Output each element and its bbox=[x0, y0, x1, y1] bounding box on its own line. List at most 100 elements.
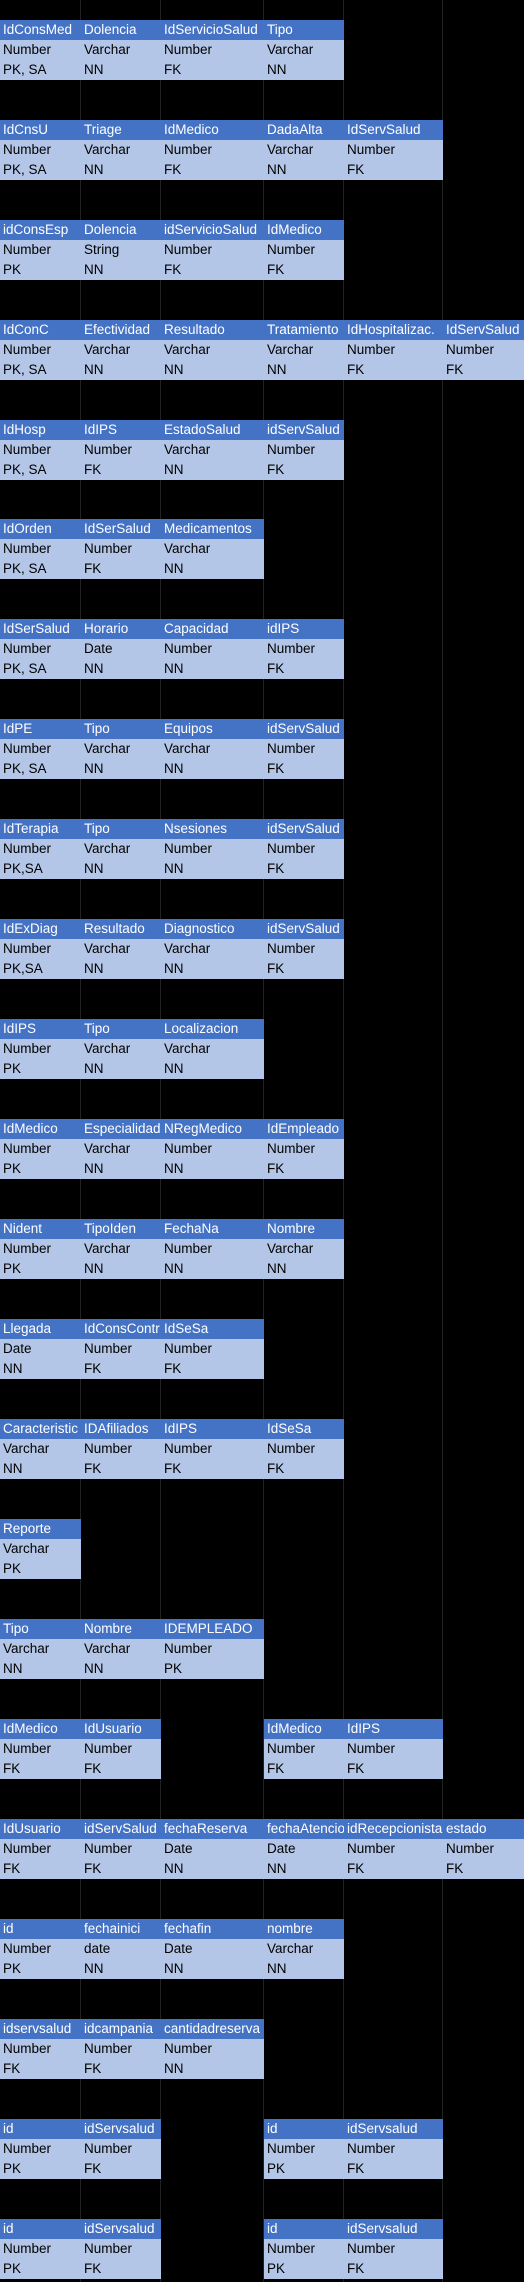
constraint-cell[interactable]: PK bbox=[0, 1959, 81, 1979]
constraint-cell[interactable]: NN bbox=[161, 659, 264, 679]
constraint-cell[interactable]: PK, SA bbox=[0, 160, 81, 180]
data-type-cell[interactable]: Varchar bbox=[0, 1539, 81, 1559]
data-type-cell[interactable]: Number bbox=[0, 1039, 81, 1059]
constraint-cell[interactable]: FK bbox=[264, 1159, 344, 1179]
column-header[interactable]: IdPE bbox=[0, 719, 81, 739]
column-header[interactable]: Nsesiones bbox=[161, 819, 264, 839]
constraint-cell[interactable]: FK bbox=[264, 460, 344, 480]
data-type-cell[interactable]: Number bbox=[0, 240, 81, 260]
data-type-cell[interactable]: Number bbox=[81, 1739, 161, 1759]
constraint-cell[interactable]: NN bbox=[81, 1159, 161, 1179]
data-type-cell[interactable]: Number bbox=[264, 839, 344, 859]
constraint-cell[interactable]: FK bbox=[161, 160, 264, 180]
constraint-cell[interactable]: NN bbox=[0, 1659, 81, 1679]
data-type-cell[interactable]: Number bbox=[0, 340, 81, 360]
constraint-cell[interactable]: PK, SA bbox=[0, 60, 81, 80]
constraint-cell[interactable]: NN bbox=[81, 1059, 161, 1079]
column-header[interactable]: idServSalud bbox=[264, 420, 344, 440]
constraint-cell[interactable]: FK bbox=[161, 1459, 264, 1479]
constraint-cell[interactable]: NN bbox=[161, 1959, 264, 1979]
data-type-cell[interactable]: String bbox=[81, 240, 161, 260]
column-header[interactable]: estado bbox=[443, 1819, 524, 1839]
data-type-cell[interactable]: Number bbox=[161, 1139, 264, 1159]
column-header[interactable]: id bbox=[264, 2119, 344, 2139]
column-header[interactable]: Tipo bbox=[264, 20, 344, 40]
data-type-cell[interactable]: Number bbox=[161, 639, 264, 659]
data-type-cell[interactable]: Varchar bbox=[81, 739, 161, 759]
constraint-cell[interactable]: PK bbox=[264, 2159, 344, 2179]
column-header[interactable]: Equipos bbox=[161, 719, 264, 739]
data-type-cell[interactable]: Number bbox=[264, 739, 344, 759]
column-header[interactable]: IDAfiliados bbox=[81, 1419, 161, 1439]
column-header[interactable]: Triage bbox=[81, 120, 161, 140]
column-header[interactable]: IdUsuario bbox=[81, 1719, 161, 1739]
data-type-cell[interactable]: Number bbox=[264, 440, 344, 460]
column-header[interactable]: Diagnostico bbox=[161, 919, 264, 939]
column-header[interactable]: idServSalud bbox=[264, 819, 344, 839]
constraint-cell[interactable]: PK bbox=[0, 2159, 81, 2179]
constraint-cell[interactable]: NN bbox=[161, 360, 264, 380]
column-header[interactable]: Efectividad bbox=[81, 320, 161, 340]
data-type-cell[interactable]: Varchar bbox=[161, 539, 264, 559]
data-type-cell[interactable]: Number bbox=[161, 1239, 264, 1259]
data-type-cell[interactable]: Number bbox=[0, 939, 81, 959]
column-header[interactable]: cantidadreserva bbox=[161, 2019, 264, 2039]
data-type-cell[interactable]: Varchar bbox=[264, 340, 344, 360]
constraint-cell[interactable]: NN bbox=[81, 759, 161, 779]
data-type-cell[interactable]: Number bbox=[264, 2239, 344, 2259]
column-header[interactable]: IdMedico bbox=[0, 1119, 81, 1139]
constraint-cell[interactable]: FK bbox=[81, 1459, 161, 1479]
column-header[interactable]: FechaNa bbox=[161, 1219, 264, 1239]
column-header[interactable]: IdConC bbox=[0, 320, 81, 340]
column-header[interactable]: IdSeSa bbox=[161, 1319, 264, 1339]
constraint-cell[interactable]: PK, SA bbox=[0, 360, 81, 380]
data-type-cell[interactable]: Number bbox=[344, 340, 443, 360]
data-type-cell[interactable]: Number bbox=[0, 539, 81, 559]
data-type-cell[interactable]: Number bbox=[81, 2139, 161, 2159]
data-type-cell[interactable]: Number bbox=[161, 140, 264, 160]
data-type-cell[interactable]: Varchar bbox=[81, 1239, 161, 1259]
data-type-cell[interactable]: Number bbox=[0, 1239, 81, 1259]
column-header[interactable]: nombre bbox=[264, 1919, 344, 1939]
constraint-cell[interactable]: FK bbox=[81, 1359, 161, 1379]
constraint-cell[interactable]: FK bbox=[264, 959, 344, 979]
column-header[interactable]: idConsEsp bbox=[0, 220, 81, 240]
column-header[interactable]: fechainici bbox=[81, 1919, 161, 1939]
constraint-cell[interactable]: NN bbox=[264, 1859, 344, 1879]
data-type-cell[interactable]: Number bbox=[161, 1439, 264, 1459]
constraint-cell[interactable]: FK bbox=[161, 60, 264, 80]
data-type-cell[interactable]: Number bbox=[344, 1839, 443, 1859]
data-type-cell[interactable]: Date bbox=[81, 639, 161, 659]
constraint-cell[interactable]: PK, SA bbox=[0, 759, 81, 779]
column-header[interactable]: Llegada bbox=[0, 1319, 81, 1339]
column-header[interactable]: IdMedico bbox=[161, 120, 264, 140]
column-header[interactable]: Capacidad bbox=[161, 619, 264, 639]
data-type-cell[interactable]: Number bbox=[161, 240, 264, 260]
column-header[interactable]: NRegMedico bbox=[161, 1119, 264, 1139]
data-type-cell[interactable]: Number bbox=[344, 2239, 443, 2259]
column-header[interactable]: id bbox=[0, 2219, 81, 2239]
constraint-cell[interactable]: FK bbox=[81, 559, 161, 579]
column-header[interactable]: IdMedico bbox=[0, 1719, 81, 1739]
constraint-cell[interactable]: FK bbox=[161, 1359, 264, 1379]
column-header[interactable]: IdConsMed bbox=[0, 20, 81, 40]
column-header[interactable]: Horario bbox=[81, 619, 161, 639]
column-header[interactable]: IdExDiag bbox=[0, 919, 81, 939]
constraint-cell[interactable]: NN bbox=[161, 1159, 264, 1179]
constraint-cell[interactable]: NN bbox=[0, 1459, 81, 1479]
column-header[interactable]: idServsalud bbox=[81, 2219, 161, 2239]
constraint-cell[interactable]: PK bbox=[0, 260, 81, 280]
constraint-cell[interactable]: PK, SA bbox=[0, 460, 81, 480]
column-header[interactable]: idServsalud bbox=[344, 2219, 443, 2239]
constraint-cell[interactable]: FK bbox=[344, 1859, 443, 1879]
data-type-cell[interactable]: Number bbox=[0, 40, 81, 60]
column-header[interactable]: Nident bbox=[0, 1219, 81, 1239]
data-type-cell[interactable]: Varchar bbox=[264, 1239, 344, 1259]
data-type-cell[interactable]: Date bbox=[161, 1839, 264, 1859]
constraint-cell[interactable]: FK bbox=[81, 1759, 161, 1779]
data-type-cell[interactable]: Varchar bbox=[81, 1139, 161, 1159]
data-type-cell[interactable]: Number bbox=[161, 1339, 264, 1359]
column-header[interactable]: id bbox=[264, 2219, 344, 2239]
constraint-cell[interactable]: NN bbox=[161, 859, 264, 879]
constraint-cell[interactable]: FK bbox=[0, 1859, 81, 1879]
